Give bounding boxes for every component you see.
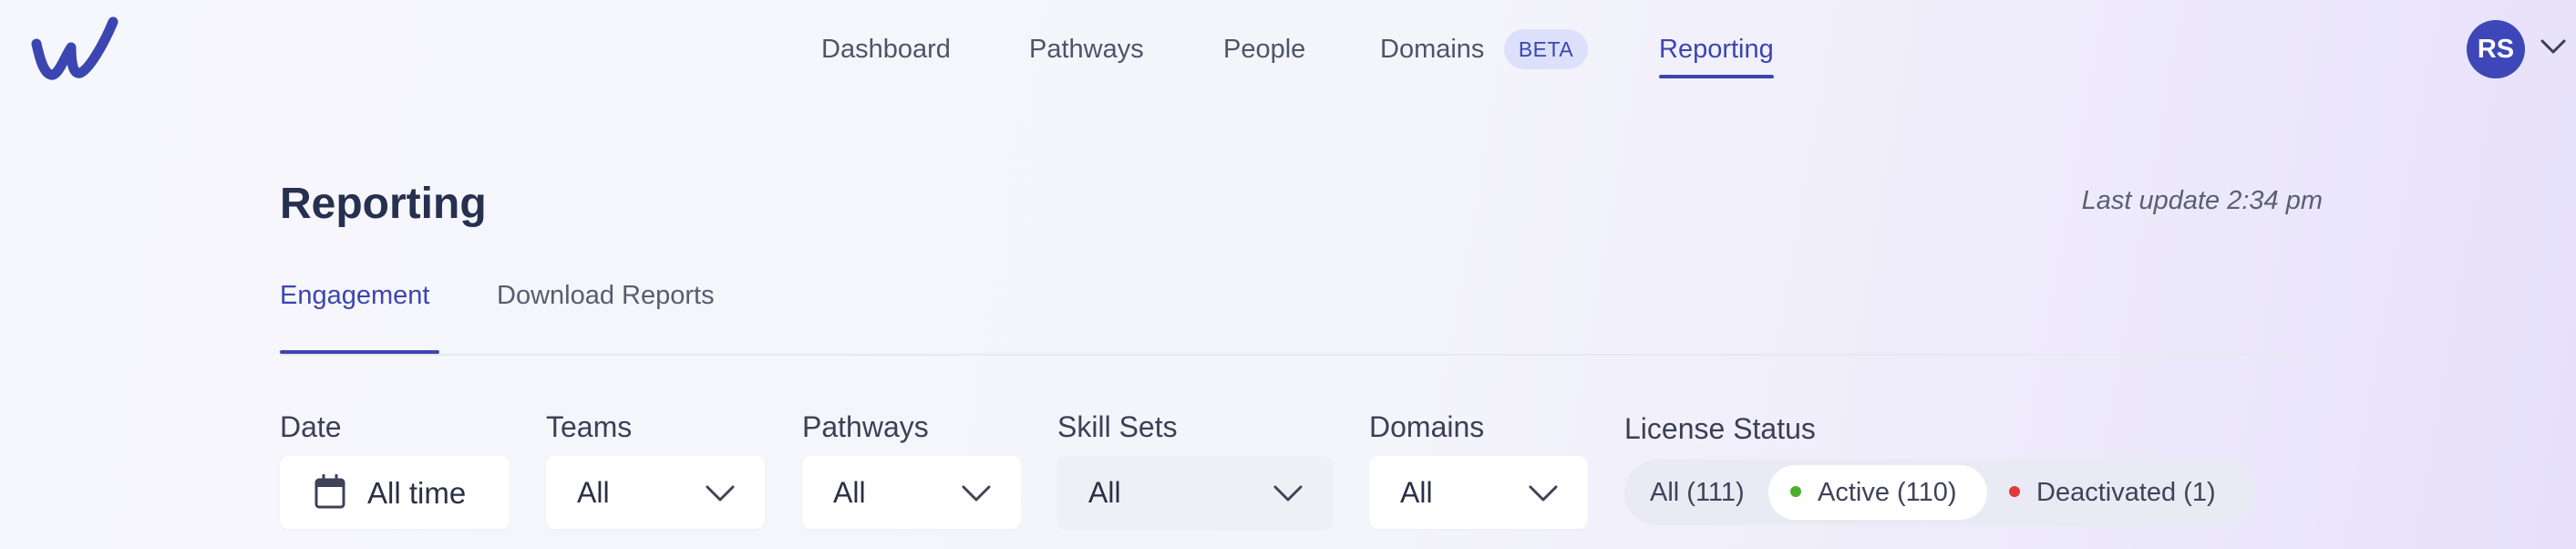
teams-select-value: All [577,476,610,509]
chevron-down-icon [706,485,735,502]
main-nav: Dashboard Pathways People Domains BETA R… [0,26,2576,78]
pathways-select[interactable]: All [802,456,1021,529]
domains-select-value: All [1400,476,1433,509]
license-status-segmented-control: All (111) Active (110) Deactivated (1) [1624,460,2255,525]
pathways-select-value: All [833,476,866,509]
tab-download-reports[interactable]: Download Reports [497,281,715,311]
date-select-value: All time [367,476,467,510]
license-option-all[interactable]: All (111) [1650,465,1745,520]
license-option-deactivated[interactable]: Deactivated (1) [2009,465,2216,520]
top-navigation-bar: Dashboard Pathways People Domains BETA R… [0,0,2576,100]
chevron-down-icon[interactable] [2540,36,2567,57]
skill-sets-select[interactable]: All [1057,456,1333,529]
active-status-dot-icon [1790,486,1801,498]
skill-sets-filter-label: Skill Sets [1057,410,1178,443]
teams-select[interactable]: All [546,456,765,529]
nav-people[interactable]: People [1223,26,1305,77]
license-option-active[interactable]: Active (110) [1768,465,1987,520]
nav-domains[interactable]: Domains [1380,26,1484,77]
domains-filter-label: Domains [1369,410,1485,443]
date-select[interactable]: All time [280,456,510,529]
nav-reporting[interactable]: Reporting [1659,26,1774,78]
chevron-down-icon [1273,485,1303,502]
pathways-filter-label: Pathways [802,410,929,443]
user-avatar[interactable]: RS [2467,20,2525,78]
license-option-deactivated-label: Deactivated (1) [2036,478,2216,507]
nav-dashboard[interactable]: Dashboard [821,26,951,77]
chevron-down-icon [962,485,991,502]
domains-select[interactable]: All [1369,456,1588,529]
teams-filter-label: Teams [546,410,633,443]
last-update-timestamp: Last update 2:34 pm [2081,186,2323,215]
report-tabs: Engagement Download Reports [280,274,2322,356]
license-status-label: License Status [1624,412,1816,445]
page-title: Reporting [280,180,487,228]
date-filter-label: Date [280,410,342,443]
beta-badge: BETA [1504,29,1588,69]
tab-engagement[interactable]: Engagement [280,281,429,311]
license-option-active-label: Active (110) [1818,478,1957,507]
skill-sets-select-value: All [1088,476,1121,509]
deactivated-status-dot-icon [2009,486,2020,498]
chevron-down-icon [1529,485,1558,502]
nav-pathways[interactable]: Pathways [1029,26,1144,77]
active-tab-indicator [280,350,439,354]
calendar-icon [314,474,345,509]
